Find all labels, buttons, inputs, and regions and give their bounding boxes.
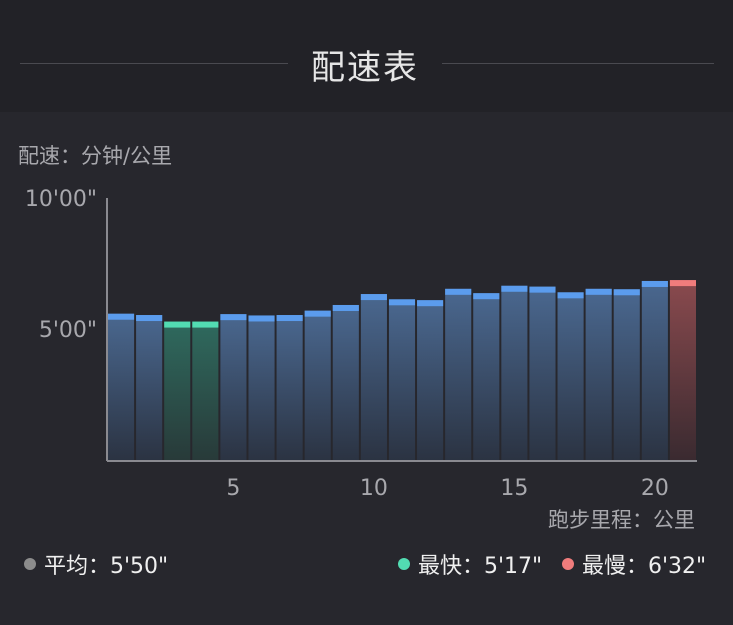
bar-cap-km-19	[613, 289, 640, 296]
bar-cap-km-7	[276, 315, 303, 322]
bar-cap-km-10	[360, 294, 387, 301]
bar-cap-km-15	[501, 285, 528, 292]
bar-km-4-fastest	[192, 321, 219, 460]
bar-km-14	[473, 293, 500, 460]
average-dot-icon	[24, 558, 36, 570]
header-divider-right	[442, 63, 714, 64]
bar-cap-km-14	[473, 293, 500, 300]
y-tick-label: 10'00"	[25, 187, 97, 212]
bar-km-3-fastest	[164, 321, 191, 460]
bar-cap-km-2	[136, 315, 163, 322]
slowest-dot-icon	[562, 558, 574, 570]
bar-cap-km-1	[108, 313, 135, 320]
y-axis-label: 配速：分钟/公里	[18, 144, 173, 168]
x-tick-label: 5	[226, 476, 240, 500]
bar-cap-km-18	[585, 288, 612, 295]
bar-cap-km-11	[388, 299, 416, 306]
average-pace: 平均：5'50"	[24, 548, 168, 580]
slowest-pace: 最慢：6'32"	[562, 548, 706, 580]
bar-km-16	[529, 286, 556, 460]
bar-cap-km-3	[164, 321, 191, 328]
bar-km-2	[136, 315, 163, 460]
bar-km-10	[360, 294, 387, 460]
bar-km-5	[220, 314, 247, 460]
bar-km-21-slowest	[669, 280, 696, 460]
bar-cap-km-17	[557, 292, 584, 299]
fastest-dot-icon	[398, 558, 410, 570]
y-tick-label: 5'00"	[39, 318, 97, 343]
bar-cap-km-13	[445, 288, 472, 295]
bar-km-17	[557, 292, 584, 460]
bar-km-1	[108, 313, 135, 460]
bar-km-6	[248, 315, 275, 460]
x-tick-label: 15	[500, 476, 528, 500]
pace-summary: 平均：5'50" 最快：5'17" 最慢：6'32"	[0, 548, 733, 584]
bar-km-18	[585, 288, 612, 460]
bar-cap-km-6	[248, 315, 275, 322]
bar-cap-km-21	[669, 280, 696, 287]
average-pace-label: 平均：5'50"	[44, 554, 169, 579]
bar-cap-km-4	[192, 321, 219, 328]
slowest-pace-label: 最慢：6'32"	[582, 554, 707, 579]
bar-km-20	[641, 280, 668, 460]
page-header: 配速表	[0, 28, 733, 100]
fastest-pace-label: 最快：5'17"	[418, 554, 543, 579]
bar-km-8	[304, 310, 331, 460]
x-tick-label: 20	[641, 476, 669, 500]
bar-series	[108, 280, 696, 460]
bar-cap-km-16	[529, 286, 556, 293]
bar-cap-km-20	[641, 280, 668, 287]
pace-chart: 5'00" 10'00" 5 10 15 20	[25, 187, 697, 500]
bar-cap-km-5	[220, 314, 247, 321]
x-axis-label: 跑步里程：公里	[548, 508, 695, 532]
page-title: 配速表	[311, 48, 419, 88]
bar-km-13	[445, 288, 472, 460]
bar-km-19	[613, 289, 640, 460]
header-divider-left	[20, 63, 288, 64]
bar-km-12	[417, 300, 444, 460]
bar-km-11	[388, 299, 416, 460]
bar-km-9	[332, 304, 359, 460]
fastest-pace: 最快：5'17"	[398, 548, 542, 580]
bar-km-7	[276, 315, 303, 460]
bar-cap-km-8	[304, 310, 331, 317]
x-tick-label: 10	[360, 476, 388, 500]
bar-cap-km-12	[417, 300, 444, 307]
bar-cap-km-9	[332, 304, 359, 311]
bar-km-15	[501, 285, 528, 460]
